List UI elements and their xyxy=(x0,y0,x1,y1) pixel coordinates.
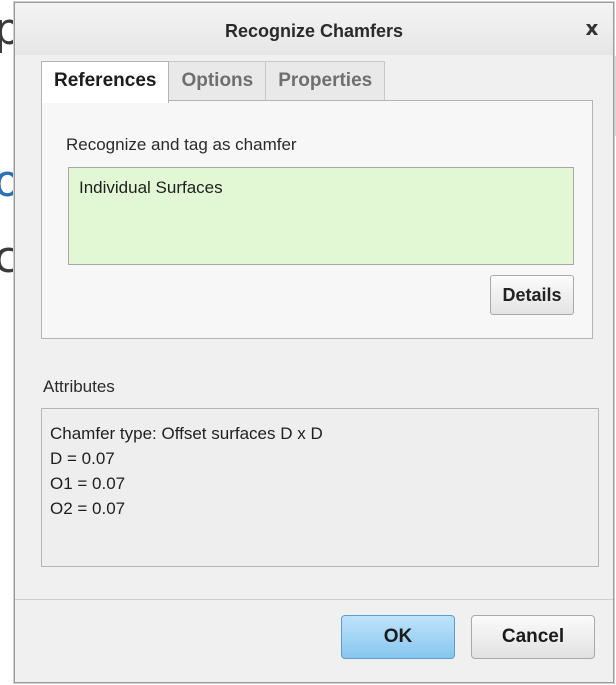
footer-divider xyxy=(15,599,613,600)
dialog-tabs: References Options Properties xyxy=(41,61,386,103)
details-button[interactable]: Details xyxy=(490,275,574,315)
attribute-chamfer-type: Chamfer type: Offset surfaces D x D xyxy=(50,424,323,443)
list-item[interactable]: Individual Surfaces xyxy=(79,178,223,198)
references-panel: Recognize and tag as chamfer Individual … xyxy=(41,100,593,339)
tab-options[interactable]: Options xyxy=(168,61,267,101)
tab-properties[interactable]: Properties xyxy=(265,61,386,101)
attribute-o1: O1 = 0.07 xyxy=(50,474,126,493)
recognize-chamfers-dialog: Recognize Chamfers x References Options … xyxy=(14,2,614,683)
dialog-titlebar[interactable]: Recognize Chamfers x xyxy=(15,3,613,55)
dialog-title: Recognize Chamfers xyxy=(224,21,404,41)
cancel-button[interactable]: Cancel xyxy=(471,615,595,659)
chamfer-reference-collector[interactable]: Individual Surfaces xyxy=(68,167,574,265)
attribute-d: D = 0.07 xyxy=(50,449,115,468)
recognize-label: Recognize and tag as chamfer xyxy=(66,135,297,154)
attributes-label: Attributes xyxy=(43,377,115,396)
ok-button[interactable]: OK xyxy=(341,615,455,659)
attributes-box: Chamfer type: Offset surfaces D x D D = … xyxy=(41,408,599,567)
close-icon[interactable]: x xyxy=(581,17,603,39)
tab-references[interactable]: References xyxy=(41,61,170,103)
attribute-o2: O2 = 0.07 xyxy=(50,499,126,518)
